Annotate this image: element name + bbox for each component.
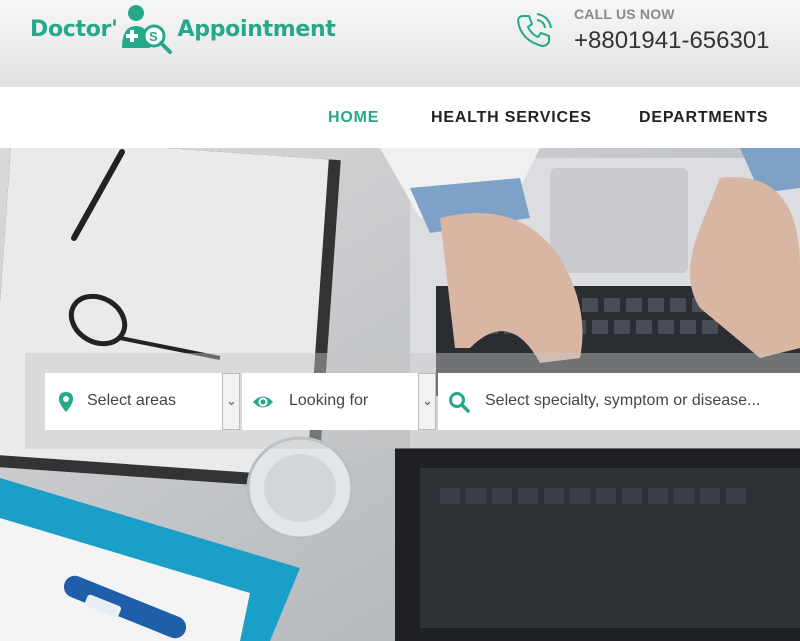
call-us-label: CALL US NOW xyxy=(574,6,675,22)
main-nav: HOME HEALTH SERVICES DEPARTMENTS xyxy=(0,87,800,148)
svg-text:S: S xyxy=(149,29,158,44)
phone-icon xyxy=(514,10,554,50)
site-logo[interactable]: Doctor' S Appointment xyxy=(30,4,336,54)
top-header: Doctor' S Appointment CALL US NOW +88019… xyxy=(0,0,800,87)
area-dropdown-toggle[interactable]: ⌄ xyxy=(222,373,240,430)
chevron-down-icon: ⌄ xyxy=(226,393,237,408)
doctor-logo-icon: S xyxy=(120,4,176,54)
looking-for-label: Looking for xyxy=(289,392,369,409)
area-select[interactable]: Select areas xyxy=(45,373,223,430)
eye-icon xyxy=(252,391,274,413)
nav-departments[interactable]: DEPARTMENTS xyxy=(639,87,768,148)
logo-text-right: Appointment xyxy=(177,16,336,42)
looking-for-dropdown-toggle[interactable]: ⌄ xyxy=(418,373,436,430)
chevron-down-icon: ⌄ xyxy=(422,393,433,408)
nav-health-services[interactable]: HEALTH SERVICES xyxy=(431,87,592,148)
nav-home[interactable]: HOME xyxy=(328,87,379,148)
phone-number[interactable]: +8801941-656301 xyxy=(574,27,770,55)
area-select-label: Select areas xyxy=(87,392,176,409)
specialty-search-placeholder: Select specialty, symptom or disease... xyxy=(485,392,761,409)
logo-text-left: Doctor' xyxy=(30,16,118,42)
search-icon xyxy=(448,391,470,413)
looking-for-select[interactable]: Looking for xyxy=(242,373,418,430)
specialty-search-input[interactable]: Select specialty, symptom or disease... xyxy=(438,373,800,430)
map-pin-icon xyxy=(55,391,77,413)
